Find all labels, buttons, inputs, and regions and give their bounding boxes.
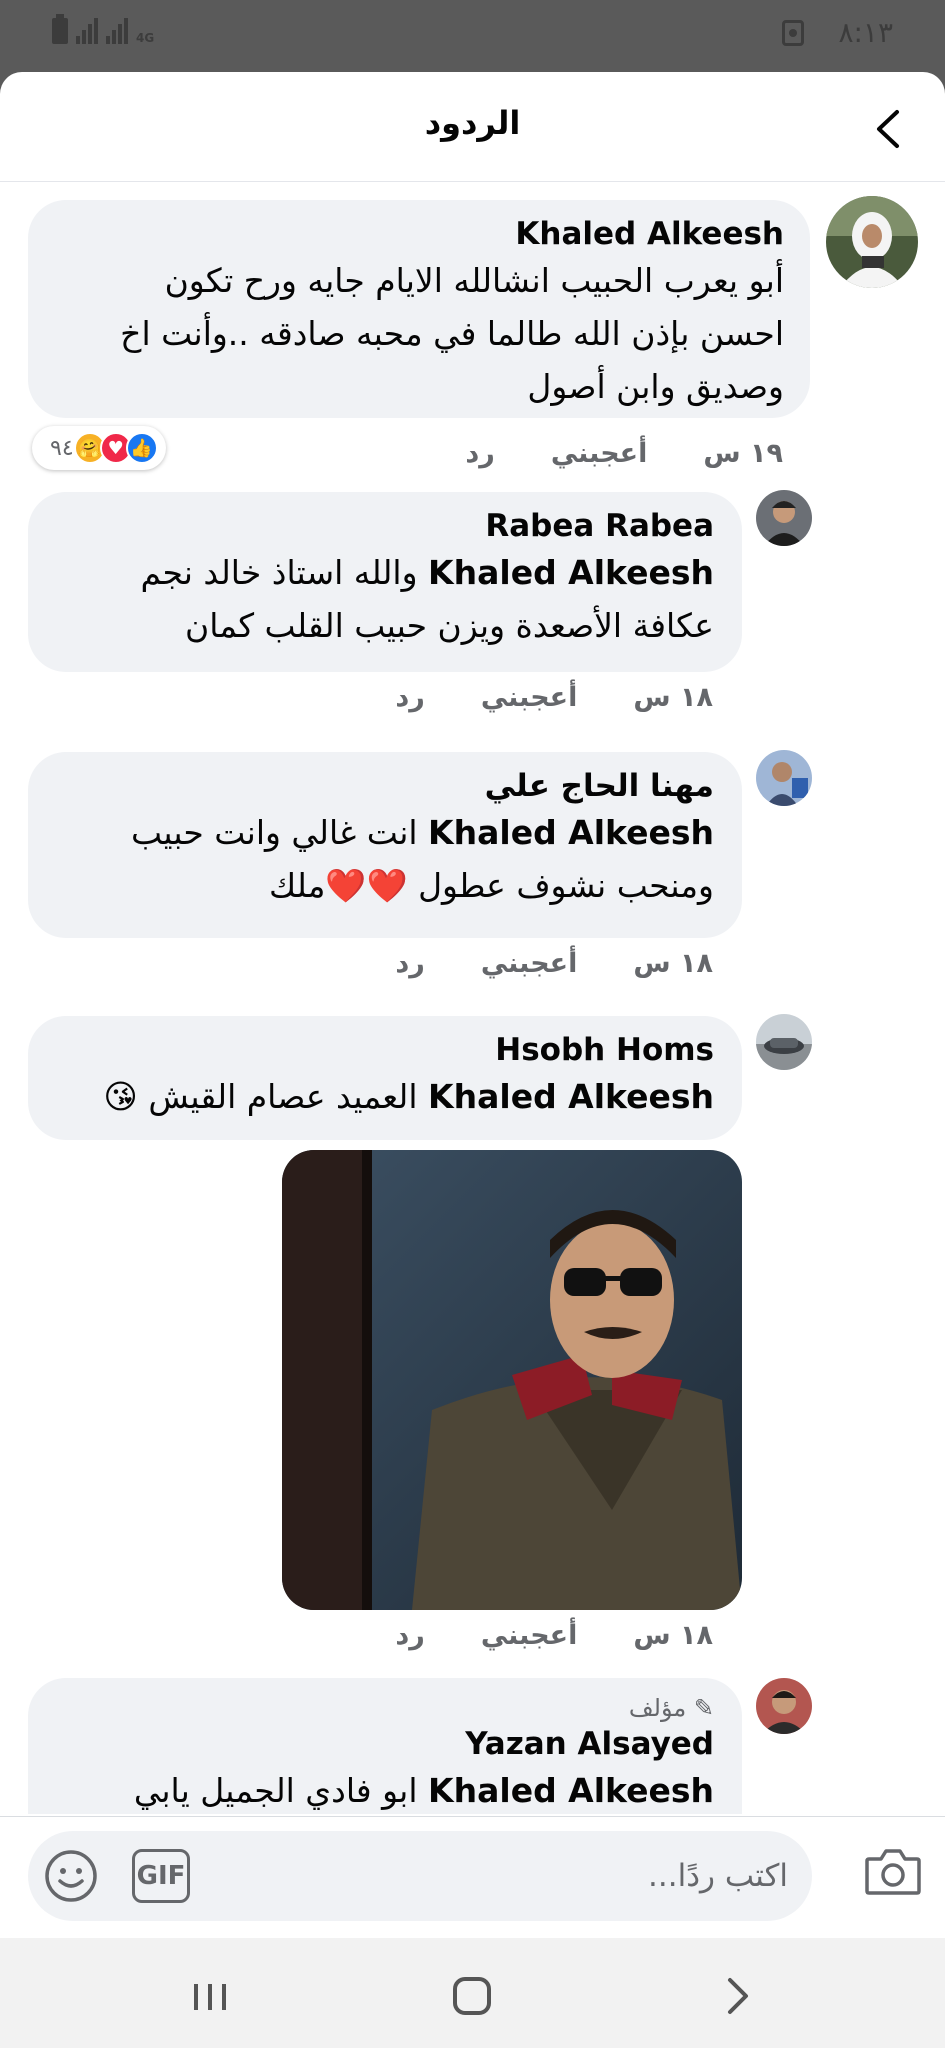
comment-actions: ١٨ س أعجبني رد [395,1620,713,1651]
comment-text: والله استاذ خالد نجم [140,553,418,592]
comment-bubble[interactable]: Rabea Rabea Khaled Alkeesh والله استاذ خ… [28,492,742,672]
comment-text-line: احسن بإذن الله طالما في محبه صادقه ..وأن… [120,314,784,353]
comment-text: انت غالي وانت حبيب [131,813,418,852]
system-nav-bar [0,1938,945,2048]
mention-link[interactable]: Khaled Alkeesh [428,553,714,592]
comment-bubble[interactable]: Hsobh Homs Khaled Alkeesh العميد عصام ال… [28,1016,742,1140]
home-icon[interactable] [442,1966,502,2026]
avatar[interactable] [756,750,812,806]
reply-button[interactable]: رد [395,948,424,979]
gif-button[interactable]: GIF [132,1849,190,1903]
comment-time: ١٨ س [633,948,713,979]
avatar[interactable] [756,1014,812,1070]
comment-item: مهنا الحاج علي Khaled Alkeesh انت غالي و… [0,742,945,1006]
status-bar-right: ٨:١٣ [782,16,893,49]
comment-author[interactable]: Khaled Alkeesh [54,214,784,254]
comment-text-line: ومنحب نشوف عطول ❤️❤️ملك [268,866,714,905]
camera-icon[interactable] [863,1841,923,1901]
reply-input-container[interactable]: GIF [28,1831,812,1921]
mention-link[interactable]: Khaled Alkeesh [428,1771,714,1810]
comment-item: Hsobh Homs Khaled Alkeesh العميد عصام ال… [0,1006,945,1666]
author-badge: ✎ مؤلف [54,1692,714,1724]
comment-text-line: Khaled Alkeesh ابو فادي الجميل يابي [54,1764,714,1814]
mention-link[interactable]: Khaled Alkeesh [428,1077,714,1116]
emoji-icon[interactable] [42,1847,100,1905]
reply-button[interactable]: رد [395,1620,424,1651]
comment-text-line: Khaled Alkeesh والله استاذ خالد نجم [54,546,714,599]
comment-time: ١٨ س [633,682,713,713]
signal-icon [76,18,98,44]
signal-icon-2 [106,18,128,44]
comment-actions: ١٩ س أعجبني رد [465,438,783,469]
like-button[interactable]: أعجبني [481,948,578,979]
comment-item: ✎ مؤلف Yazan Alsayed Khaled Alkeesh ابو … [0,1666,945,1814]
comment-author[interactable]: Hsobh Homs [54,1030,714,1070]
author-badge-label: مؤلف [628,1694,687,1722]
status-bar: 4G ٨:١٣ [0,0,945,72]
comment-text-line: أبو يعرب الحبيب انشالله الايام جايه ورح … [164,261,784,300]
battery-icon [52,14,68,44]
reply-button[interactable]: رد [395,682,424,713]
reaction-count: ٩٤ [50,435,74,461]
like-button[interactable]: أعجبني [481,682,578,713]
avatar[interactable] [756,490,812,546]
replies-sheet: الردود Khaled Alkeesh أبو يعرب الحبيب ان… [0,72,945,1938]
reply-input[interactable] [268,1831,788,1921]
chevron-left-icon[interactable] [869,106,909,152]
comment-author[interactable]: مهنا الحاج علي [54,766,714,806]
comment-photo[interactable] [282,1150,742,1610]
comment-time: ١٨ س [633,1620,713,1651]
clock: ٨:١٣ [838,16,893,49]
comment-actions: ١٨ س أعجبني رد [395,682,713,713]
comment-text-line: عكافة الأصعدة ويزن حبيب القلب كمان [184,606,714,645]
mention-link[interactable]: Khaled Alkeesh [428,813,714,852]
comment-author[interactable]: Rabea Rabea [54,506,714,546]
like-button[interactable]: أعجبني [481,1620,578,1651]
comment-bubble[interactable]: Khaled Alkeesh أبو يعرب الحبيب انشالله ا… [28,200,810,418]
comment-item: Rabea Rabea Khaled Alkeesh والله استاذ خ… [0,482,945,742]
comment-author[interactable]: Yazan Alsayed [54,1724,714,1764]
screen-record-icon [782,19,805,46]
reply-composer: GIF [0,1816,945,1938]
comment-bubble[interactable]: مهنا الحاج علي Khaled Alkeesh انت غالي و… [28,752,742,938]
comment-text-line: وصديق وابن أصول [527,367,784,406]
comment-item: Khaled Alkeesh أبو يعرب الحبيب انشالله ا… [0,182,945,482]
comment-text: ابو فادي الجميل يابي [133,1771,418,1810]
comment-actions: ١٨ س أعجبني رد [395,948,713,979]
like-button[interactable]: أعجبني [551,438,648,469]
comment-text-line: Khaled Alkeesh انت غالي وانت حبيب [54,806,714,859]
comment-bubble[interactable]: ✎ مؤلف Yazan Alsayed Khaled Alkeesh ابو … [28,1678,742,1814]
comment-text: العميد عصام القيش 😘 [103,1077,418,1116]
header: الردود [0,72,945,182]
back-nav-icon[interactable] [708,1966,768,2026]
reply-button[interactable]: رد [465,438,494,469]
avatar[interactable] [756,1678,812,1734]
reactions-summary[interactable]: ٩٤ 🤗 ♥ 👍 [32,426,166,470]
pencil-icon: ✎ [693,1694,714,1722]
status-bar-left: 4G [52,14,155,45]
comment-time: ١٩ س [703,438,783,469]
like-icon: 👍 [125,432,158,464]
page-title: الردود [424,104,521,142]
network-type: 4G [136,31,155,45]
avatar[interactable] [826,196,918,288]
comment-text-line: Khaled Alkeesh العميد عصام القيش 😘 [54,1070,714,1123]
recent-apps-icon[interactable] [180,1966,240,2026]
comments-feed[interactable]: Khaled Alkeesh أبو يعرب الحبيب انشالله ا… [0,182,945,1814]
